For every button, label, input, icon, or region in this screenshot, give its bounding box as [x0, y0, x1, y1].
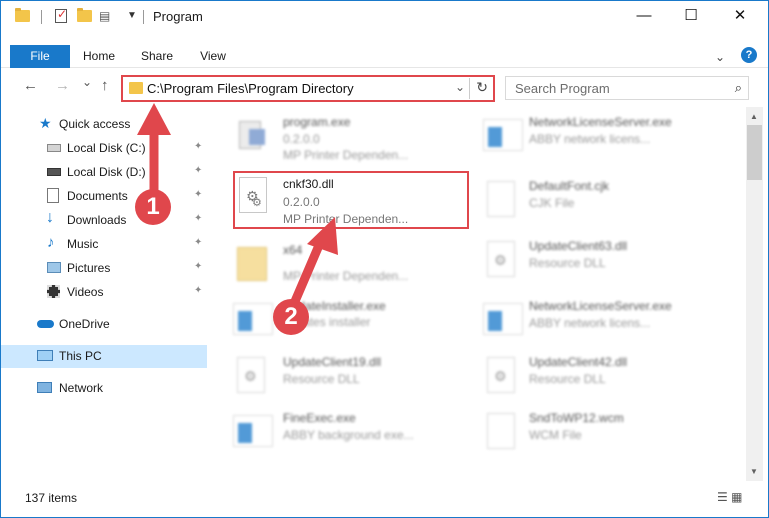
annotation-arrows [137, 103, 338, 311]
explorer-window: ▤ ▼ Program — ☐ ✕ File Home Share View ⌄… [0, 0, 769, 518]
step-1-badge: 1 [135, 189, 171, 225]
arrow-up-icon [137, 103, 171, 198]
step-2-badge: 2 [273, 299, 309, 335]
arrow-diagonal-icon [288, 217, 338, 311]
